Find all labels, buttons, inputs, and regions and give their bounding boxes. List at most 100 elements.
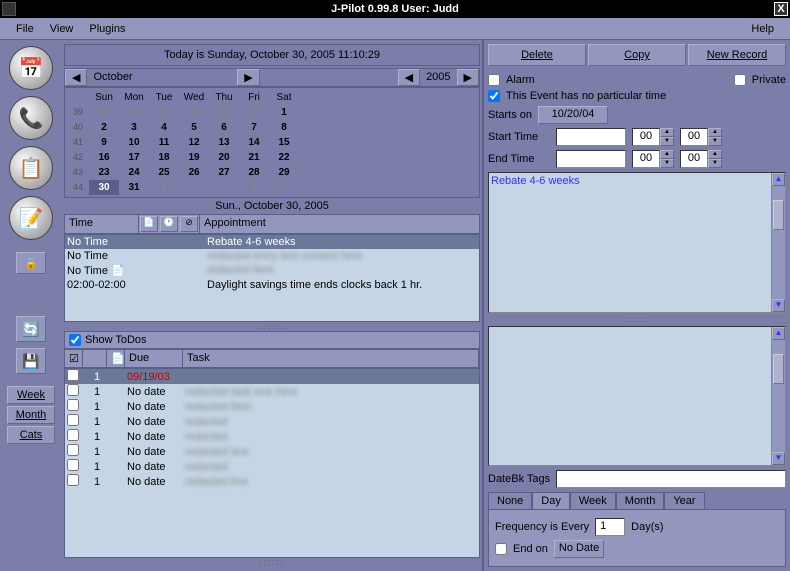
end-min-down[interactable]: ▼ bbox=[708, 159, 722, 168]
todo-list[interactable]: 109/19/031No dateredacted task one here1… bbox=[64, 368, 480, 558]
calendar-day[interactable]: 19 bbox=[179, 150, 209, 165]
tab-year[interactable]: Year bbox=[664, 492, 704, 509]
tab-day[interactable]: Day bbox=[532, 492, 570, 509]
calendar-day[interactable]: 2 bbox=[179, 180, 209, 195]
tab-week[interactable]: Week bbox=[570, 492, 616, 509]
calendar-day[interactable]: 16 bbox=[89, 150, 119, 165]
starts-on-button[interactable]: 10/20/04 bbox=[538, 106, 608, 124]
start-hour-down[interactable]: ▼ bbox=[660, 137, 674, 146]
todo-row[interactable]: 1No dateredacted text bbox=[65, 444, 479, 459]
description-textarea[interactable]: Rebate 4-6 weeks ▲▼ bbox=[488, 172, 786, 313]
end-hour-up[interactable]: ▲ bbox=[660, 150, 674, 159]
next-month-button[interactable]: ▶ bbox=[237, 69, 259, 86]
todo-done-checkbox[interactable] bbox=[67, 459, 85, 474]
memo-icon[interactable]: 📝 bbox=[9, 196, 53, 240]
todo-done-checkbox[interactable] bbox=[67, 384, 85, 399]
appointment-row[interactable]: 02:00-02:00Daylight savings time ends cl… bbox=[65, 278, 479, 292]
start-min-down[interactable]: ▼ bbox=[708, 137, 722, 146]
todo-done-checkbox[interactable] bbox=[67, 429, 85, 444]
end-min-input[interactable]: 00 bbox=[680, 150, 708, 168]
calendar-day[interactable]: 28 bbox=[239, 165, 269, 180]
end-hour-input[interactable]: 00 bbox=[632, 150, 660, 168]
start-hour-up[interactable]: ▲ bbox=[660, 128, 674, 137]
calendar-day[interactable]: 30 bbox=[239, 105, 269, 120]
end-hour-down[interactable]: ▼ bbox=[660, 159, 674, 168]
menu-file[interactable]: File bbox=[8, 21, 42, 37]
calendar-day[interactable]: 31 bbox=[119, 180, 149, 195]
calendar-day[interactable]: 17 bbox=[119, 150, 149, 165]
month-view-button[interactable]: Month bbox=[7, 406, 55, 424]
cats-button[interactable]: Cats bbox=[7, 426, 55, 444]
sync-button[interactable]: 🔄 bbox=[16, 316, 46, 342]
prev-month-button[interactable]: ◀ bbox=[65, 69, 87, 86]
scrollbar[interactable]: ▲▼ bbox=[771, 173, 785, 312]
appointment-row[interactable]: No TimeRebate 4-6 weeks bbox=[65, 235, 479, 249]
calendar-day[interactable]: 2 bbox=[89, 120, 119, 135]
private-checkbox[interactable] bbox=[734, 74, 746, 86]
pane-grip[interactable]: :::::: bbox=[64, 322, 480, 331]
todo-done-checkbox[interactable] bbox=[67, 414, 85, 429]
end-min-up[interactable]: ▲ bbox=[708, 150, 722, 159]
end-on-button[interactable]: No Date bbox=[554, 540, 604, 558]
new-record-button[interactable]: New Record bbox=[688, 44, 786, 66]
alarm-filter-icon[interactable]: 🕐 bbox=[160, 216, 178, 232]
menu-plugins[interactable]: Plugins bbox=[81, 21, 133, 37]
calendar-day[interactable]: 23 bbox=[89, 165, 119, 180]
calendar-day[interactable]: 1 bbox=[149, 180, 179, 195]
calendar-day[interactable]: 26 bbox=[179, 165, 209, 180]
address-icon[interactable]: 📞 bbox=[9, 96, 53, 140]
alarm-checkbox[interactable] bbox=[488, 74, 500, 86]
todo-row[interactable]: 1No dateredacted item bbox=[65, 399, 479, 414]
tab-month[interactable]: Month bbox=[616, 492, 665, 509]
next-year-button[interactable]: ▶ bbox=[457, 69, 479, 86]
calendar-day[interactable]: 29 bbox=[209, 105, 239, 120]
calendar-day[interactable]: 8 bbox=[269, 120, 299, 135]
calendar-day[interactable]: 10 bbox=[119, 135, 149, 150]
calendar-day[interactable]: 24 bbox=[119, 165, 149, 180]
start-time-input[interactable] bbox=[556, 128, 626, 146]
calendar-day[interactable]: 7 bbox=[239, 120, 269, 135]
calendar-day[interactable]: 27 bbox=[149, 105, 179, 120]
note-filter-icon[interactable]: 📄 bbox=[140, 216, 158, 232]
datebk-input[interactable] bbox=[556, 470, 786, 488]
calendar-day[interactable]: 21 bbox=[239, 150, 269, 165]
week-view-button[interactable]: Week bbox=[7, 386, 55, 404]
start-min-up[interactable]: ▲ bbox=[708, 128, 722, 137]
start-min-input[interactable]: 00 bbox=[680, 128, 708, 146]
calendar-day[interactable]: 14 bbox=[239, 135, 269, 150]
calendar-day[interactable]: 25 bbox=[89, 105, 119, 120]
no-time-checkbox[interactable] bbox=[488, 90, 500, 102]
close-icon[interactable]: X bbox=[774, 2, 788, 16]
scrollbar-2[interactable]: ▲▼ bbox=[771, 327, 785, 466]
calendar-day[interactable]: 12 bbox=[179, 135, 209, 150]
appointment-row[interactable]: No Timeredacted entry text content here bbox=[65, 249, 479, 263]
calendar-day[interactable]: 15 bbox=[269, 135, 299, 150]
prev-year-button[interactable]: ◀ bbox=[398, 69, 420, 86]
note-grip[interactable]: :::::: bbox=[488, 315, 786, 324]
note-textarea[interactable]: ▲▼ bbox=[488, 326, 786, 467]
calendar-day[interactable]: 4 bbox=[239, 180, 269, 195]
calendar-day[interactable]: 22 bbox=[269, 150, 299, 165]
copy-button[interactable]: Copy bbox=[588, 44, 686, 66]
calendar-day[interactable]: 25 bbox=[149, 165, 179, 180]
todo-done-checkbox[interactable] bbox=[67, 444, 85, 459]
tab-none[interactable]: None bbox=[488, 492, 532, 509]
calendar-day[interactable]: 28 bbox=[179, 105, 209, 120]
repeat-filter-icon[interactable]: ⊘ bbox=[180, 216, 198, 232]
lock-button[interactable]: 🔒 bbox=[16, 252, 46, 274]
todo-row[interactable]: 1No dateredacted bbox=[65, 414, 479, 429]
calendar-day[interactable]: 3 bbox=[209, 180, 239, 195]
show-todos-checkbox[interactable] bbox=[69, 334, 81, 346]
calendar-day[interactable]: 5 bbox=[179, 120, 209, 135]
frequency-input[interactable]: 1 bbox=[595, 518, 625, 536]
calendar-day[interactable]: 29 bbox=[269, 165, 299, 180]
todo-done-checkbox[interactable] bbox=[67, 474, 85, 489]
calendar-day[interactable]: 11 bbox=[149, 135, 179, 150]
menu-view[interactable]: View bbox=[42, 21, 82, 37]
calendar-day[interactable]: 13 bbox=[209, 135, 239, 150]
calendar-day[interactable]: 20 bbox=[209, 150, 239, 165]
todo-icon[interactable]: 📋 bbox=[9, 146, 53, 190]
calendar-day[interactable]: 26 bbox=[119, 105, 149, 120]
todo-row[interactable]: 109/19/03 bbox=[65, 369, 479, 384]
pane-grip-bottom[interactable]: :::::: bbox=[64, 558, 480, 567]
